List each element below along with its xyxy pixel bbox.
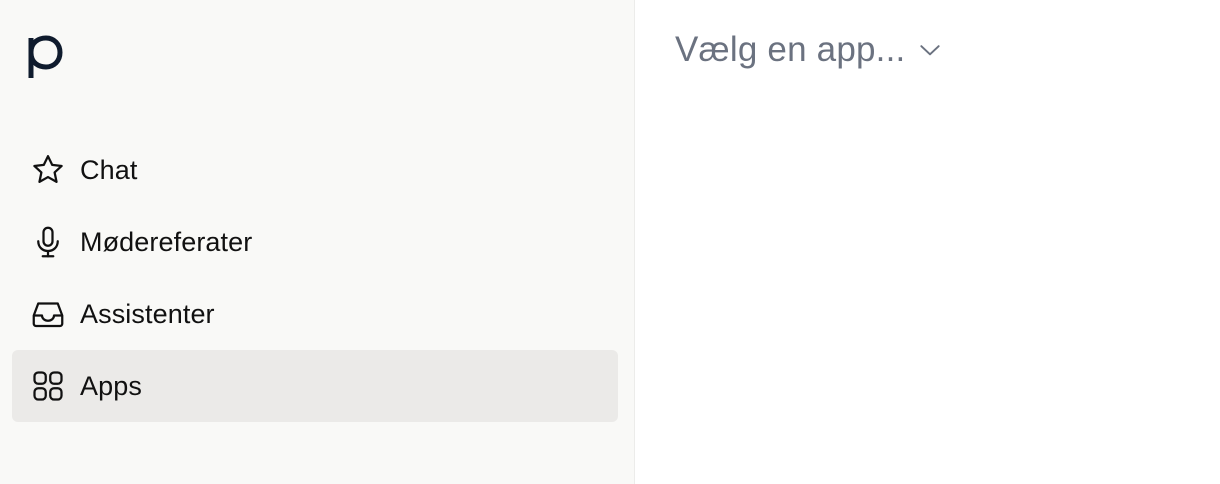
- microphone-icon: [30, 224, 66, 260]
- main-content: Vælg en app...: [635, 0, 1220, 484]
- sidebar-item-assistenter[interactable]: Assistenter: [12, 278, 618, 350]
- chevron-down-icon: [917, 37, 943, 63]
- app-window: Chat Mødereferater Assistenter Apps Vælg…: [0, 0, 1220, 484]
- sidebar: Chat Mødereferater Assistenter Apps: [0, 0, 635, 484]
- sidebar-item-label: Apps: [80, 370, 142, 401]
- sidebar-nav: Chat Mødereferater Assistenter Apps: [12, 134, 618, 422]
- star-icon: [30, 152, 66, 188]
- grid-icon: [30, 368, 66, 404]
- app-select-dropdown[interactable]: Vælg en app...: [675, 30, 943, 70]
- sidebar-item-label: Assistenter: [80, 298, 215, 329]
- app-select-placeholder: Vælg en app...: [675, 30, 906, 69]
- sidebar-item-apps[interactable]: Apps: [12, 350, 618, 422]
- inbox-icon: [30, 296, 66, 332]
- p-logo-icon[interactable]: [27, 30, 63, 80]
- sidebar-item-modereferater[interactable]: Mødereferater: [12, 206, 618, 278]
- sidebar-item-chat[interactable]: Chat: [12, 134, 618, 206]
- sidebar-item-label: Chat: [80, 154, 138, 185]
- sidebar-item-label: Mødereferater: [80, 226, 253, 257]
